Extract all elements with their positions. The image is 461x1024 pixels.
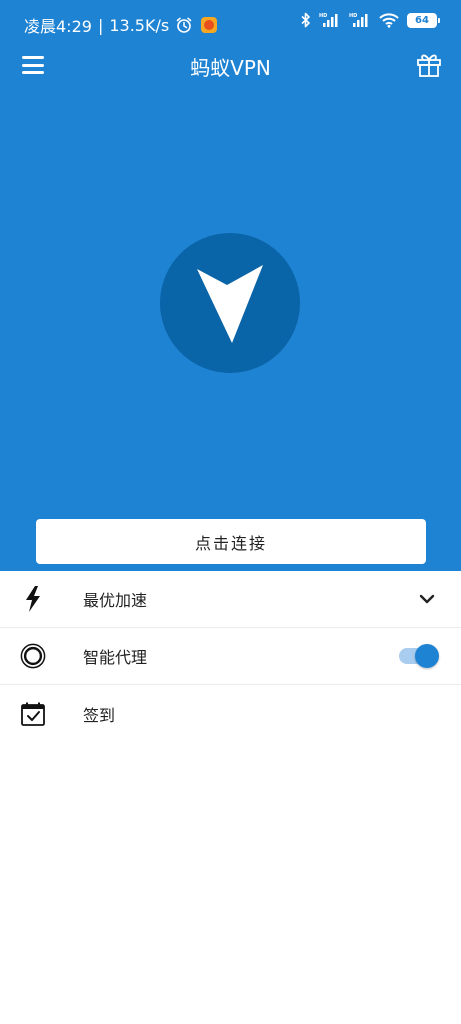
status-bar: 凌晨4:29 | 13.5K/s HD HD 64	[0, 0, 461, 44]
battery-indicator: 64	[407, 12, 440, 28]
alarm-icon	[176, 17, 192, 33]
status-time: 凌晨4:29	[24, 17, 92, 36]
vpn-logo-icon	[197, 265, 263, 343]
settings-row-check-in[interactable]: 签到	[0, 685, 461, 742]
network-speed: 13.5K/s	[109, 15, 170, 35]
settings-row-label: 智能代理	[83, 648, 148, 667]
vpn-connect-logo[interactable]	[160, 233, 300, 373]
chevron-down-icon[interactable]	[419, 592, 435, 606]
settings-row-label: 最优加速	[83, 591, 148, 610]
app-title: 蚂蚁VPN	[190, 56, 271, 80]
settings-row-best-speed[interactable]: 最优加速	[0, 571, 461, 628]
calendar-check-icon	[20, 701, 46, 727]
connect-button[interactable]: 点击连接	[36, 519, 426, 564]
lightning-icon	[20, 586, 46, 612]
smart-proxy-toggle[interactable]	[399, 644, 439, 668]
gift-icon[interactable]	[415, 50, 443, 78]
bluetooth-icon	[301, 12, 310, 28]
signal-icon: HD	[319, 13, 338, 27]
signal-hd-label-2: HD	[349, 13, 357, 19]
status-left: 凌晨4:29 | 13.5K/s	[24, 13, 218, 37]
settings-row-label: 签到	[83, 705, 116, 725]
app-bar: 蚂蚁VPN	[0, 44, 461, 88]
settings-row-smart-proxy: 智能代理	[0, 628, 461, 685]
toggle-thumb	[415, 644, 439, 668]
hero-panel: 凌晨4:29 | 13.5K/s HD HD 64 蚂蚁VPN 点击连接	[0, 0, 461, 571]
status-right: HD HD 64	[301, 12, 440, 28]
app-notification-icon	[201, 17, 218, 33]
status-separator: |	[97, 15, 104, 35]
wifi-icon	[379, 13, 399, 28]
ring-icon	[20, 643, 46, 669]
signal-icon-2: HD	[349, 13, 368, 27]
signal-hd-label: HD	[319, 13, 327, 19]
